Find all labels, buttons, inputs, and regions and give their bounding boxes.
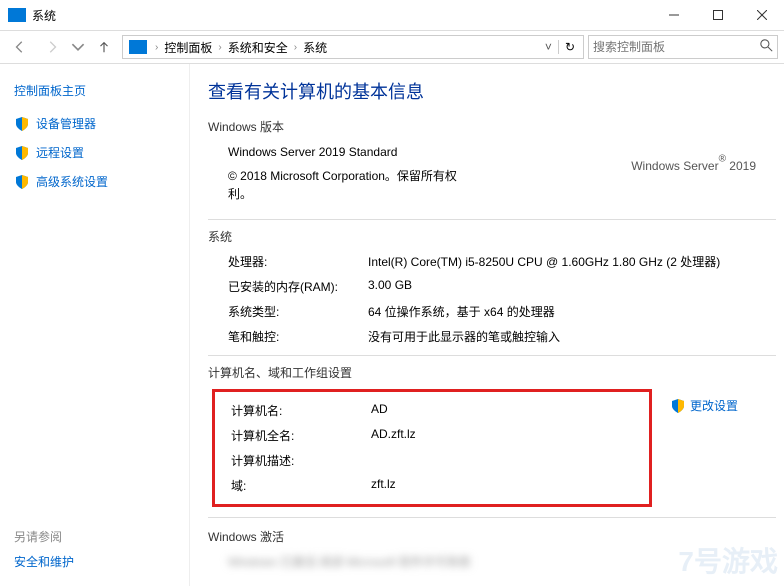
navbar: › 控制面板 › 系统和安全 › 系统 ˅ ↻: [0, 30, 784, 64]
computer-row: 计算机全名:AD.zft.lz: [215, 427, 649, 444]
up-button[interactable]: [90, 33, 118, 61]
label: 笔和触控:: [228, 328, 368, 345]
label: 计算机全名:: [231, 427, 371, 444]
shield-icon: [14, 116, 30, 132]
value: Intel(R) Core(TM) i5-8250U CPU @ 1.60GHz…: [368, 253, 776, 270]
change-settings-label: 更改设置: [690, 397, 738, 414]
related-link-label: 安全和维护: [14, 553, 74, 570]
brand-logo: Windows Server® 2019: [631, 143, 756, 176]
window-title: 系统: [32, 7, 56, 24]
label: 处理器:: [228, 253, 368, 270]
highlight-box: 计算机名:AD 计算机全名:AD.zft.lz 计算机描述: 域:zft.lz: [212, 389, 652, 507]
section-windows-edition: Windows 版本: [208, 118, 776, 135]
computer-row: 域:zft.lz: [215, 477, 649, 494]
related-section: 另请参阅 安全和维护: [14, 528, 74, 570]
related-link-security[interactable]: 安全和维护: [14, 553, 74, 570]
label: 系统类型:: [228, 303, 368, 320]
value: zft.lz: [371, 477, 649, 494]
breadcrumb-icon: [129, 40, 147, 54]
system-row: 笔和触控:没有可用于此显示器的笔或触控输入: [208, 328, 776, 345]
sidebar: 控制面板主页 设备管理器 远程设置 高级系统设置 另请参阅 安全和维护: [0, 64, 190, 586]
computer-row: 计算机描述:: [215, 452, 649, 469]
computer-row: 计算机名:AD: [215, 402, 649, 419]
maximize-button[interactable]: [696, 0, 740, 30]
sidebar-item-label: 高级系统设置: [36, 173, 108, 190]
content: 查看有关计算机的基本信息 Windows 版本 Windows Server 2…: [190, 64, 784, 586]
section-activation: Windows 激活: [208, 528, 776, 545]
edition-row: Windows Server 2019 Standard © 2018 Micr…: [208, 143, 776, 209]
section-system: 系统: [208, 228, 776, 245]
breadcrumb-item[interactable]: 系统: [301, 39, 329, 56]
control-panel-home-link[interactable]: 控制面板主页: [14, 82, 175, 99]
search-icon[interactable]: [760, 39, 773, 55]
app-icon: [8, 8, 26, 22]
value: 没有可用于此显示器的笔或触控输入: [368, 328, 776, 345]
search-box[interactable]: [588, 35, 778, 59]
system-row: 已安装的内存(RAM):3.00 GB: [208, 278, 776, 295]
forward-button[interactable]: [38, 33, 66, 61]
chevron-right-icon: ›: [214, 42, 225, 53]
section-computer-name: 计算机名、域和工作组设置: [208, 364, 776, 381]
value: 64 位操作系统，基于 x64 的处理器: [368, 303, 776, 320]
system-row: 处理器:Intel(R) Core(TM) i5-8250U CPU @ 1.6…: [208, 253, 776, 270]
shield-icon: [670, 398, 686, 414]
sidebar-item-label: 远程设置: [36, 144, 84, 161]
chevron-right-icon: ›: [151, 42, 162, 53]
breadcrumb-item[interactable]: 控制面板: [162, 39, 214, 56]
related-heading: 另请参阅: [14, 528, 74, 545]
value: AD: [371, 402, 649, 419]
value: [371, 452, 649, 469]
system-row: 系统类型:64 位操作系统，基于 x64 的处理器: [208, 303, 776, 320]
back-button[interactable]: [6, 33, 34, 61]
recent-button[interactable]: [70, 33, 86, 61]
sidebar-item-device-manager[interactable]: 设备管理器: [14, 115, 175, 132]
breadcrumb-item[interactable]: 系统和安全: [226, 39, 290, 56]
chevron-right-icon: ›: [290, 42, 301, 53]
window-controls: [652, 0, 784, 30]
close-button[interactable]: [740, 0, 784, 30]
change-settings-link[interactable]: 更改设置: [670, 397, 738, 414]
edition-info: Windows Server 2019 Standard © 2018 Micr…: [208, 143, 468, 209]
titlebar: 系统: [0, 0, 784, 30]
label: 计算机名:: [231, 402, 371, 419]
minimize-button[interactable]: [652, 0, 696, 30]
sidebar-item-label: 设备管理器: [36, 115, 96, 132]
value: 3.00 GB: [368, 278, 776, 295]
page-heading: 查看有关计算机的基本信息: [208, 78, 776, 104]
shield-icon: [14, 174, 30, 190]
activation-blurred: Windows 已激活 阅读 Microsoft 软件许可条款: [208, 553, 776, 570]
body: 控制面板主页 设备管理器 远程设置 高级系统设置 另请参阅 安全和维护 查看有关…: [0, 64, 784, 586]
label: 域:: [231, 477, 371, 494]
dropdown-icon[interactable]: ˅: [539, 40, 558, 54]
edition-name: Windows Server 2019 Standard: [228, 143, 468, 161]
value: AD.zft.lz: [371, 427, 649, 444]
shield-icon: [14, 145, 30, 161]
breadcrumb[interactable]: › 控制面板 › 系统和安全 › 系统 ˅ ↻: [122, 35, 584, 59]
refresh-icon[interactable]: ↻: [558, 40, 581, 54]
label: 已安装的内存(RAM):: [228, 278, 368, 295]
label: 计算机描述:: [231, 452, 371, 469]
sidebar-item-advanced-settings[interactable]: 高级系统设置: [14, 173, 175, 190]
sidebar-item-remote-settings[interactable]: 远程设置: [14, 144, 175, 161]
search-input[interactable]: [593, 40, 760, 54]
edition-copyright: © 2018 Microsoft Corporation。保留所有权利。: [228, 167, 468, 203]
